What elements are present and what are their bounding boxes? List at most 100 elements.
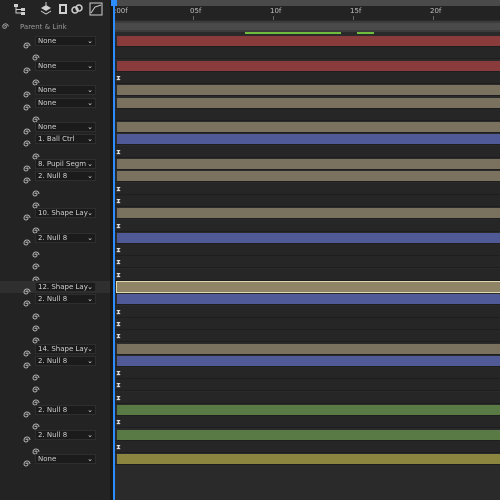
keyframe-icon[interactable]: ⧗: [116, 197, 123, 205]
layer-duration-bar[interactable]: [117, 98, 500, 108]
keyframe-icon[interactable]: ⧗: [116, 185, 123, 193]
pickwhip-icon[interactable]: [31, 257, 41, 270]
layer-row[interactable]: 2. Null 8 ⌄: [0, 293, 110, 307]
layer-row[interactable]: 2. Null 8 ⌄: [0, 232, 110, 246]
layer-row[interactable]: [0, 146, 110, 160]
pickwhip-icon[interactable]: [31, 221, 41, 234]
keyframe-icon[interactable]: ⧗: [116, 369, 123, 377]
layer-duration-bar[interactable]: [117, 233, 500, 243]
keyframe-icon[interactable]: ⧗: [116, 381, 123, 389]
layer-duration-bar[interactable]: [117, 159, 500, 169]
layer-row[interactable]: None ⌄: [0, 84, 110, 98]
layer-row[interactable]: 8. Pupil Segm ⌄: [0, 158, 110, 172]
lock-toggle[interactable]: [4, 172, 12, 180]
timeline-lane[interactable]: ⧗: [113, 392, 500, 404]
timeline-lane[interactable]: ⧗: [113, 306, 500, 318]
layer-stack-icon[interactable]: [39, 2, 53, 16]
layer-row[interactable]: [0, 367, 110, 381]
pickwhip-icon[interactable]: [22, 344, 32, 357]
lock-toggle[interactable]: [4, 345, 12, 353]
lock-toggle[interactable]: [4, 123, 12, 131]
layer-row[interactable]: 12. Shape Lay ⌄: [0, 281, 110, 295]
layer-row[interactable]: 14. Shape Lay ⌄: [0, 343, 110, 357]
layer-duration-bar[interactable]: [117, 122, 500, 132]
keyframe-icon[interactable]: ⧗: [116, 308, 123, 316]
lock-toggle[interactable]: [4, 62, 12, 70]
layer-row[interactable]: [0, 109, 110, 123]
timeline-lane[interactable]: ⧗: [113, 220, 500, 232]
frame-blend-icon[interactable]: [56, 2, 70, 16]
timeline-lane[interactable]: ⧗: [113, 72, 500, 84]
layer-duration-bar[interactable]: [117, 85, 500, 95]
pickwhip-icon[interactable]: [31, 73, 41, 86]
timeline-lane[interactable]: [113, 158, 500, 170]
keyframe-icon[interactable]: ⧗: [116, 394, 123, 402]
parent-dropdown[interactable]: 2. Null 8 ⌄: [35, 356, 96, 366]
parent-dropdown[interactable]: 2. Null 8 ⌄: [35, 294, 96, 304]
layer-row[interactable]: [0, 47, 110, 61]
pickwhip-icon[interactable]: [22, 454, 32, 467]
pickwhip-icon[interactable]: [22, 233, 32, 246]
keyframe-icon[interactable]: ⧗: [116, 74, 123, 82]
lock-toggle[interactable]: [4, 283, 12, 291]
pickwhip-icon[interactable]: [31, 380, 41, 393]
parent-dropdown[interactable]: None ⌄: [35, 98, 96, 108]
timeline-lane[interactable]: [113, 281, 500, 293]
timeline-lane[interactable]: ⧗: [113, 183, 500, 195]
layer-row[interactable]: [0, 441, 110, 455]
lock-toggle[interactable]: [4, 209, 12, 217]
layer-row[interactable]: 2. Null 8 ⌄: [0, 429, 110, 443]
pickwhip-icon[interactable]: [22, 282, 32, 295]
pickwhip-icon[interactable]: [31, 48, 41, 61]
lock-toggle[interactable]: [4, 37, 12, 45]
timeline-lane[interactable]: [113, 293, 500, 305]
pickwhip-icon[interactable]: [31, 319, 41, 332]
timeline-lane[interactable]: [113, 170, 500, 182]
parent-dropdown[interactable]: None ⌄: [35, 85, 96, 95]
lock-toggle[interactable]: [4, 86, 12, 94]
timeline-lane[interactable]: ⧗: [113, 256, 500, 268]
layer-duration-bar[interactable]: [117, 454, 500, 464]
pickwhip-icon[interactable]: [31, 184, 41, 197]
layer-duration-bar[interactable]: [117, 356, 500, 366]
pickwhip-icon[interactable]: [22, 171, 32, 184]
parent-dropdown[interactable]: None ⌄: [35, 36, 96, 46]
layer-row[interactable]: 10. Shape Lay ⌄: [0, 207, 110, 221]
pickwhip-icon[interactable]: [31, 417, 41, 430]
pickwhip-icon[interactable]: [31, 442, 41, 455]
timeline-lane[interactable]: [113, 453, 500, 465]
parent-dropdown[interactable]: 2. Null 8 ⌄: [35, 405, 96, 415]
timeline-lane[interactable]: ⧗: [113, 244, 500, 256]
timeline-lane[interactable]: [113, 84, 500, 96]
pickwhip-icon[interactable]: [22, 61, 32, 74]
pickwhip-icon[interactable]: [22, 159, 32, 172]
parent-dropdown[interactable]: 2. Null 8 ⌄: [35, 233, 96, 243]
motion-blur-icon[interactable]: [70, 2, 84, 16]
lock-toggle[interactable]: [4, 295, 12, 303]
keyframe-icon[interactable]: ⧗: [116, 332, 123, 340]
layer-row[interactable]: None ⌄: [0, 453, 110, 467]
parent-dropdown[interactable]: 14. Shape Lay ⌄: [35, 344, 96, 354]
pickwhip-icon[interactable]: [31, 196, 41, 209]
time-ruler[interactable]: :00f 05f 10f 15f 20f: [113, 0, 500, 20]
layer-duration-bar[interactable]: [116, 281, 500, 293]
layer-row[interactable]: 2. Null 8 ⌄: [0, 355, 110, 369]
timeline-lane[interactable]: ⧗: [113, 146, 500, 158]
layer-duration-bar[interactable]: [117, 430, 500, 440]
layer-duration-bar[interactable]: [117, 61, 500, 71]
current-time-indicator[interactable]: [111, 0, 117, 500]
pickwhip-icon[interactable]: [31, 393, 41, 406]
parent-dropdown[interactable]: 12. Shape Lay ⌄: [35, 282, 96, 292]
pickwhip-icon[interactable]: [22, 98, 32, 111]
parent-dropdown[interactable]: None ⌄: [35, 454, 96, 464]
pickwhip-icon[interactable]: [22, 134, 32, 147]
pickwhip-icon[interactable]: [22, 430, 32, 443]
layer-duration-bar[interactable]: [117, 405, 500, 415]
lock-toggle[interactable]: [4, 99, 12, 107]
layer-row[interactable]: 2. Null 8 ⌄: [0, 170, 110, 184]
lock-toggle[interactable]: [4, 234, 12, 242]
layer-row[interactable]: None ⌄: [0, 97, 110, 111]
timeline-lane[interactable]: [113, 35, 500, 47]
timeline-lane[interactable]: ⧗: [113, 367, 500, 379]
layer-row[interactable]: [0, 306, 110, 320]
